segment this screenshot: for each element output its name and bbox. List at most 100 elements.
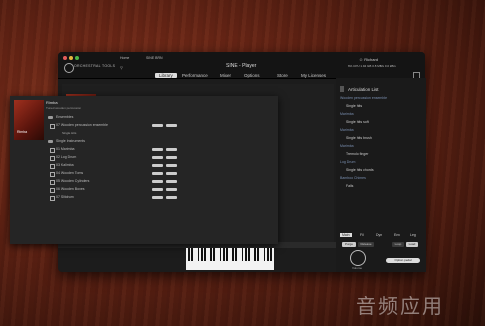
- piano-black-key[interactable]: [213, 248, 216, 261]
- checkbox-icon[interactable]: [50, 172, 55, 177]
- minimize-window-button[interactable]: [69, 56, 73, 60]
- table-row[interactable]: 02 Log Drum: [46, 154, 222, 161]
- purge-button[interactable]: Purge: [342, 242, 356, 247]
- tab-store[interactable]: Store: [277, 73, 288, 78]
- tab-my-licenses[interactable]: My Licenses: [301, 73, 326, 78]
- list-item[interactable]: 07 Wooden percussion ensemble: [46, 122, 222, 129]
- row-label: 05 Wooden Cylinders: [56, 179, 90, 183]
- disk-meter: 0.8 MB/s: [372, 64, 385, 68]
- title-bar: ORCHESTRAL TOOLS Home SINE BRN ⚲ SINE - …: [58, 52, 425, 79]
- articulation-item[interactable]: Single hits: [346, 104, 362, 108]
- tag-badge: [152, 124, 163, 127]
- tag-badge: [152, 180, 163, 183]
- tab-performance[interactable]: Performance: [182, 73, 208, 78]
- tab-options[interactable]: Options: [244, 73, 260, 78]
- tag-badge: [152, 172, 163, 175]
- section-label: Ensembles: [56, 115, 74, 119]
- volume-knob[interactable]: [350, 250, 366, 266]
- release-button[interactable]: Release: [358, 242, 374, 247]
- section-single-instruments[interactable]: Single Instruments: [46, 138, 222, 145]
- tag-badge: [166, 180, 177, 183]
- articulation-item[interactable]: Single hits brush: [346, 136, 372, 140]
- sine-brn-button[interactable]: SINE BRN: [146, 55, 163, 61]
- piano-black-key[interactable]: [244, 248, 247, 261]
- section-label: Single Instruments: [56, 139, 85, 143]
- piano-black-key[interactable]: [263, 248, 266, 261]
- piano-keyboard[interactable]: [186, 248, 274, 270]
- user-name: Richard: [364, 57, 379, 62]
- folder-icon: [48, 116, 53, 119]
- checkbox-icon[interactable]: [50, 180, 55, 185]
- checkbox-icon[interactable]: [50, 196, 55, 201]
- piano-black-key[interactable]: [204, 248, 206, 261]
- piano-black-key[interactable]: [219, 248, 222, 261]
- checkbox-icon[interactable]: [50, 148, 55, 153]
- load-button[interactable]: Load: [406, 242, 418, 247]
- piano-black-key[interactable]: [254, 248, 256, 261]
- piano-black-key[interactable]: [248, 248, 250, 261]
- row-label: 01 Marimba: [56, 147, 75, 151]
- brand-label: ORCHESTRAL TOOLS: [74, 64, 116, 68]
- piano-black-key[interactable]: [266, 248, 269, 261]
- tab-filter[interactable]: Fil: [360, 233, 364, 237]
- tag-badge: [166, 148, 177, 151]
- zoom-window-button[interactable]: [75, 56, 79, 60]
- orchestral-tools-logo-icon: [64, 63, 74, 73]
- checkbox-icon[interactable]: [50, 124, 55, 129]
- card-subtitle: Tuned wooden percussion: [46, 106, 82, 110]
- card-cover-image[interactable]: Rimba: [14, 100, 44, 140]
- piano-black-key[interactable]: [210, 248, 212, 261]
- tab-main[interactable]: Main: [340, 233, 352, 237]
- articulation-group[interactable]: Marimba: [340, 128, 354, 132]
- tab-envelope[interactable]: Env: [394, 233, 400, 237]
- checkbox-icon[interactable]: [50, 164, 55, 169]
- articulation-item[interactable]: Tremolo finger: [346, 152, 368, 156]
- close-window-button[interactable]: [63, 56, 67, 60]
- table-row[interactable]: 07 Slitdrum: [46, 194, 222, 201]
- tag-badge: [152, 164, 163, 167]
- articulation-group[interactable]: Log Drum: [340, 160, 355, 164]
- checkbox-icon[interactable]: [50, 188, 55, 193]
- loop-button[interactable]: Loop: [392, 242, 404, 247]
- articulation-handle-icon[interactable]: [340, 86, 344, 92]
- piano-black-key[interactable]: [241, 248, 244, 261]
- piano-black-key[interactable]: [226, 248, 228, 261]
- piano-black-key[interactable]: [197, 248, 200, 261]
- table-row[interactable]: 03 Kalimba: [46, 162, 222, 169]
- piano-black-key[interactable]: [222, 248, 225, 261]
- user-account[interactable]: ☺ Richard: [359, 57, 378, 62]
- articulation-group[interactable]: Marimba: [340, 112, 354, 116]
- articulation-group[interactable]: Wooden percussion ensemble: [340, 96, 387, 100]
- table-row[interactable]: 01 Marimba: [46, 146, 222, 153]
- option-pedal-button[interactable]: Option pedal: [386, 258, 420, 263]
- row-label: 07 Wooden percussion ensemble: [56, 123, 108, 127]
- articulation-group[interactable]: Marimba: [340, 144, 354, 148]
- tab-mixer[interactable]: Mixer: [220, 73, 231, 78]
- table-row[interactable]: 05 Wooden Cylinders: [46, 178, 222, 185]
- table-row[interactable]: 04 Wooden Toms: [46, 170, 222, 177]
- section-ensembles[interactable]: Ensembles: [46, 114, 222, 121]
- tab-legato[interactable]: Leg: [410, 233, 416, 237]
- user-icon: ☺: [359, 57, 364, 62]
- articulation-item[interactable]: Falls: [346, 184, 353, 188]
- folder-icon: [48, 140, 53, 143]
- checkbox-icon[interactable]: [50, 156, 55, 161]
- piano-black-key[interactable]: [257, 248, 260, 261]
- ensemble-articulation: Single Hits: [62, 131, 77, 135]
- piano-black-key[interactable]: [191, 248, 194, 261]
- piano-black-key[interactable]: [232, 248, 234, 261]
- piano-black-key[interactable]: [200, 248, 203, 261]
- piano-black-key[interactable]: [270, 248, 272, 261]
- tab-library[interactable]: Library: [155, 73, 177, 78]
- home-button[interactable]: Home: [120, 55, 129, 61]
- tab-dynamics[interactable]: Dyn: [376, 233, 382, 237]
- articulation-group[interactable]: Bamboo Chimes: [340, 176, 366, 180]
- search-field[interactable]: ⚲: [120, 65, 205, 70]
- piano-black-key[interactable]: [235, 248, 238, 261]
- articulation-item[interactable]: Single hits soft: [346, 120, 369, 124]
- articulation-item[interactable]: Single hits chords: [346, 168, 374, 172]
- watermark: 音频应用: [356, 294, 444, 318]
- tag-badge: [152, 196, 163, 199]
- piano-black-key[interactable]: [188, 248, 190, 261]
- table-row[interactable]: 06 Wooden Boxes: [46, 186, 222, 193]
